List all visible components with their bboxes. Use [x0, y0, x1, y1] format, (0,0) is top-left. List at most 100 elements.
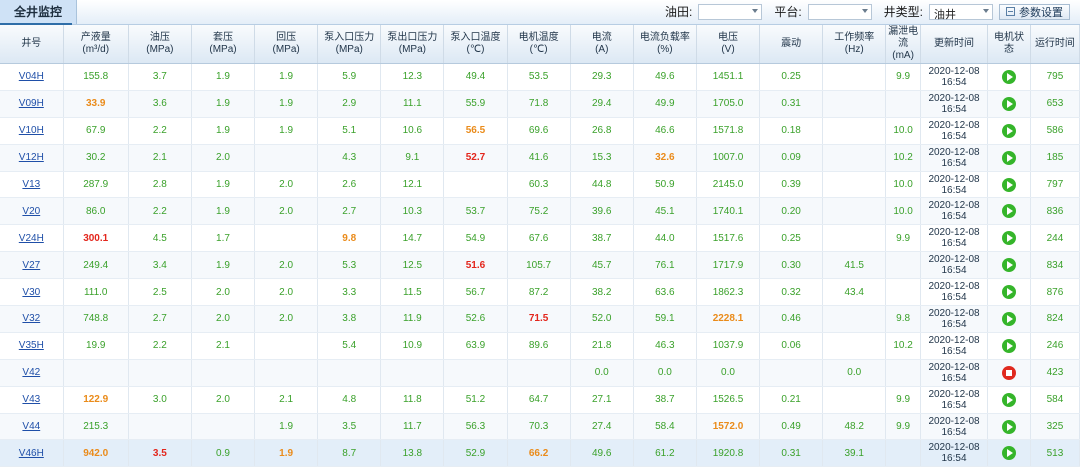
column-header[interactable]: 套压 (MPa) [191, 25, 256, 64]
play-icon[interactable] [1002, 123, 1016, 138]
data-cell [885, 90, 921, 118]
column-header[interactable]: 工作频率 (Hz) [822, 25, 887, 64]
play-icon[interactable] [1002, 392, 1016, 407]
data-cell: 19.9 [63, 332, 129, 360]
column-header-unit: (MPa) [146, 44, 174, 55]
data-cell: 3.6 [128, 90, 192, 118]
data-cell: 53.7 [443, 197, 508, 226]
well-id-cell: V24H [0, 224, 64, 253]
table-row[interactable]: V32 748.8 2.7 2.0 2.0 3.8 11.9 52.6 71.5 52.0 59.1… [0, 305, 1080, 333]
well-id-link[interactable]: V27 [22, 260, 40, 271]
play-icon[interactable] [1002, 96, 1016, 111]
play-icon[interactable] [1002, 446, 1016, 461]
data-cell [507, 359, 571, 387]
column-header[interactable]: 泵出口压力 (MPa) [380, 25, 445, 64]
table-row[interactable]: V43 122.9 3.0 2.0 2.1 4.8 11.8 51.2 64.7 27.1 38.7… [0, 386, 1080, 414]
table-row[interactable]: V20 86.0 2.2 1.9 2.0 2.7 10.3 53.7 75.2 39.6 45.1 1… [0, 197, 1080, 226]
well-id-link[interactable]: V35H [19, 340, 44, 351]
column-header[interactable]: 回压 (MPa) [254, 25, 319, 64]
well-id-link[interactable]: V43 [22, 394, 40, 405]
data-cell: 287.9 [63, 171, 129, 199]
runtime-cell: 513 [1030, 439, 1080, 468]
filter-bar: 油田: 平台: 井类型: 油井 参数设置 [659, 3, 1070, 21]
play-icon[interactable] [1002, 311, 1016, 326]
data-cell: 2.2 [128, 197, 192, 226]
welltype-select[interactable]: 油井 [929, 3, 993, 21]
column-header-label: 产液量 [80, 32, 111, 43]
platform-select[interactable] [807, 3, 872, 20]
well-id-link[interactable]: V13 [22, 179, 40, 190]
data-cell: 2.0 [254, 197, 319, 226]
table-row[interactable]: V10H 67.9 2.2 1.9 1.9 5.1 10.6 56.5 69.6 26.8 46.6… [0, 117, 1080, 145]
data-cell: 12.1 [380, 171, 445, 199]
column-header[interactable]: 泵入口压力 (MPa) [317, 25, 382, 64]
column-header[interactable]: 电流负载率 (%) [633, 25, 697, 64]
play-icon[interactable] [1002, 285, 1016, 300]
table-row[interactable]: V13 287.9 2.8 1.9 2.0 2.6 12.1 60.3 44.8 50.9 2145… [0, 171, 1080, 199]
column-header[interactable]: 油压 (MPa) [128, 25, 192, 64]
column-header[interactable]: 更新时间 [920, 25, 989, 64]
play-icon[interactable] [1002, 150, 1016, 165]
well-id-link[interactable]: V09H [19, 98, 44, 109]
play-icon[interactable] [1002, 419, 1016, 434]
well-id-link[interactable]: V32 [22, 313, 40, 324]
play-icon[interactable] [1002, 177, 1016, 192]
table-row[interactable]: V27 249.4 3.4 1.9 2.0 5.3 12.5 51.6 105.7 45.7 76.… [0, 251, 1080, 280]
column-header[interactable]: 产液量 (m³/d) [63, 25, 129, 64]
data-cell: 49.6 [633, 63, 697, 91]
well-id-link[interactable]: V42 [22, 367, 40, 378]
data-cell: 10.0 [885, 197, 921, 226]
data-cell: 10.2 [885, 332, 921, 360]
well-id-link[interactable]: V44 [22, 421, 40, 432]
well-id-link[interactable]: V46H [19, 448, 44, 459]
play-icon[interactable] [1002, 338, 1016, 353]
play-icon[interactable] [1002, 204, 1016, 219]
column-header[interactable]: 电压 (V) [696, 25, 761, 64]
table-row[interactable]: V24H 300.1 4.5 1.7 9.8 14.7 54.9 67.6 38.7 44.0 15… [0, 224, 1080, 253]
stop-icon[interactable] [1002, 365, 1016, 380]
runtime-cell: 244 [1030, 224, 1080, 253]
data-cell: 0.0 [633, 359, 697, 387]
motor-status-cell [987, 197, 1031, 226]
table-row[interactable]: V46H 942.0 3.5 0.9 1.9 8.7 13.8 52.9 66.2 49.6 61.… [0, 439, 1080, 468]
param-settings-button[interactable]: 参数设置 [999, 3, 1070, 20]
table-row[interactable]: V35H 19.9 2.2 2.1 5.4 10.9 63.9 89.6 21.8 46.3 103… [0, 332, 1080, 360]
play-icon[interactable] [1002, 69, 1016, 84]
oilfield-select[interactable] [698, 3, 763, 20]
table-row[interactable]: V42 0.0 0.0 0.0 0.0 2020-12-08 16:54 423 [0, 359, 1080, 387]
play-icon[interactable] [1002, 231, 1016, 246]
data-cell: 2.0 [254, 305, 319, 333]
column-header[interactable]: 电流 (A) [570, 25, 634, 64]
chevron-down-icon [861, 8, 868, 13]
well-id-link[interactable]: V20 [22, 206, 40, 217]
data-cell: 5.3 [317, 251, 382, 280]
tab-all-wells[interactable]: 全井监控 [0, 0, 78, 24]
data-cell: 51.2 [443, 386, 508, 414]
data-cell: 87.2 [507, 278, 571, 307]
column-header[interactable]: 井号 [0, 25, 64, 64]
table-row[interactable]: V09H 33.9 3.6 1.9 1.9 2.9 11.1 55.9 71.8 29.4 49.9… [0, 90, 1080, 118]
table-row[interactable]: V30 111.0 2.5 2.0 2.0 3.3 11.5 56.7 87.2 38.2 63.6… [0, 278, 1080, 307]
column-header[interactable]: 泵入口温度 (℃) [443, 25, 508, 64]
table-row[interactable]: V04H 155.8 3.7 1.9 1.9 5.9 12.3 49.4 53.5 29.3 49.… [0, 63, 1080, 91]
data-cell: 300.1 [63, 224, 129, 253]
play-icon[interactable] [1002, 258, 1016, 273]
data-cell: 5.9 [317, 63, 382, 91]
well-id-link[interactable]: V10H [19, 125, 44, 136]
well-id-link[interactable]: V12H [19, 152, 44, 163]
data-cell: 9.1 [380, 144, 445, 172]
well-id-link[interactable]: V30 [22, 287, 40, 298]
column-header[interactable]: 运行时间 [1030, 25, 1080, 64]
table-row[interactable]: V44 215.3 1.9 3.5 11.7 56.3 70.3 27.4 58.4 1572.0… [0, 413, 1080, 441]
data-cell: 9.9 [885, 224, 921, 253]
update-time-cell: 2020-12-08 16:54 [920, 171, 989, 199]
column-header[interactable]: 电机状态 [987, 25, 1031, 64]
column-header[interactable]: 电机温度 (℃) [507, 25, 571, 64]
data-cell: 52.0 [570, 305, 634, 333]
column-header[interactable]: 漏泄电流 (mA) [885, 25, 921, 64]
well-id-link[interactable]: V04H [19, 71, 44, 82]
column-header[interactable]: 震动 [759, 25, 824, 64]
well-id-link[interactable]: V24H [19, 233, 44, 244]
data-cell: 29.4 [570, 90, 634, 118]
table-row[interactable]: V12H 30.2 2.1 2.0 4.3 9.1 52.7 41.6 15.3 32.6 1007… [0, 144, 1080, 172]
